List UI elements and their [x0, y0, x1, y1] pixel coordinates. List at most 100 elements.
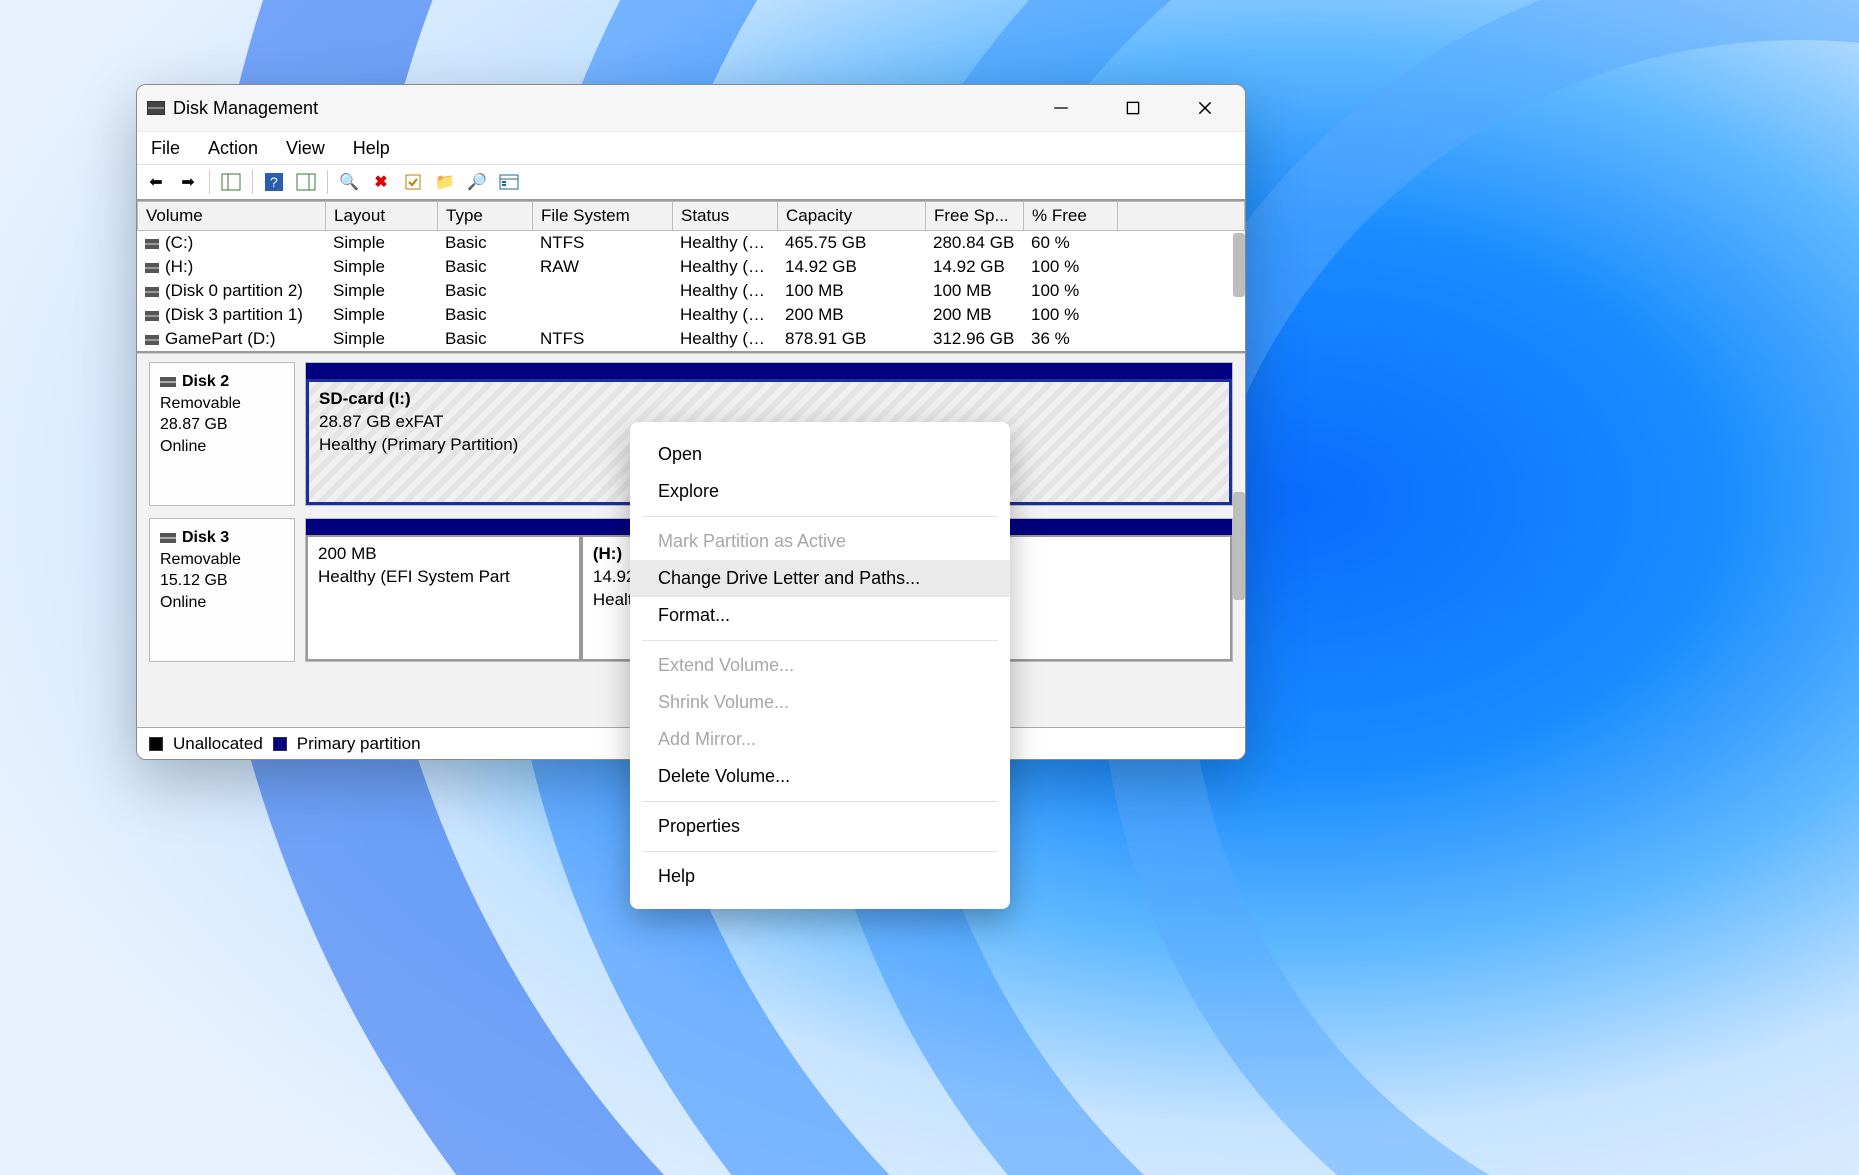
- disk-icon: [160, 533, 176, 543]
- forward-icon[interactable]: ➡: [177, 171, 199, 193]
- col-filesystem[interactable]: File System: [533, 202, 673, 230]
- volume-capacity: 100 MB: [777, 280, 925, 302]
- back-icon[interactable]: ⬅: [145, 171, 167, 193]
- disk-icon: [160, 377, 176, 387]
- volume-name: (Disk 3 partition 1): [165, 305, 303, 324]
- volume-status: Healthy (B...: [672, 328, 777, 350]
- context-menu-item[interactable]: Properties: [630, 808, 1010, 845]
- drive-icon: [145, 239, 159, 249]
- volume-layout: Simple: [325, 280, 437, 302]
- up-arrow-icon[interactable]: 📁: [434, 171, 456, 193]
- menu-help[interactable]: Help: [353, 138, 390, 159]
- context-menu-item[interactable]: Delete Volume...: [630, 758, 1010, 795]
- refresh-icon[interactable]: 🔍: [338, 171, 360, 193]
- context-menu-separator: [642, 801, 998, 802]
- volume-status: Healthy (B...: [672, 232, 777, 254]
- disk-size: 28.87 GB: [160, 414, 284, 436]
- col-freespace[interactable]: Free Sp...: [926, 202, 1024, 230]
- volume-row[interactable]: (Disk 3 partition 1) SimpleBasic Healthy (…: [137, 303, 1245, 327]
- delete-icon[interactable]: ✖: [370, 171, 392, 193]
- volume-layout: Simple: [325, 256, 437, 278]
- volume-free: 280.84 GB: [925, 232, 1023, 254]
- volume-row[interactable]: (H:)SimpleBasicRAWHealthy (B...14.92 GB1…: [137, 255, 1245, 279]
- partition[interactable]: 200 MBHealthy (EFI System Part: [306, 535, 581, 661]
- disk-name: Disk 3: [182, 529, 229, 546]
- titlebar[interactable]: Disk Management: [137, 85, 1245, 131]
- volume-pct: 100 %: [1023, 280, 1117, 302]
- disk-info[interactable]: Disk 2Removable28.87 GBOnline: [149, 362, 295, 506]
- legend-primary-label: Primary partition: [297, 734, 421, 754]
- context-menu-item[interactable]: Explore: [630, 473, 1010, 510]
- volume-type: Basic: [437, 280, 532, 302]
- context-menu-item: Extend Volume...: [630, 647, 1010, 684]
- menu-view[interactable]: View: [286, 138, 325, 159]
- show-hide-action-pane-icon[interactable]: [295, 171, 317, 193]
- col-pctfree[interactable]: % Free: [1024, 202, 1118, 230]
- volume-pct: 36 %: [1023, 328, 1117, 350]
- volume-pct: 60 %: [1023, 232, 1117, 254]
- drive-icon: [145, 335, 159, 345]
- volume-capacity: 878.91 GB: [777, 328, 925, 350]
- context-menu-item: Mark Partition as Active: [630, 523, 1010, 560]
- context-menu-item: Add Mirror...: [630, 721, 1010, 758]
- volume-fs: [532, 280, 672, 302]
- menubar: File Action View Help: [137, 131, 1245, 165]
- volume-row[interactable]: (C:)SimpleBasicNTFSHealthy (B...465.75 G…: [137, 231, 1245, 255]
- disk-size: 15.12 GB: [160, 570, 284, 592]
- col-volume[interactable]: Volume: [138, 202, 326, 230]
- help-icon[interactable]: ?: [263, 171, 285, 193]
- volume-status: Healthy (E...: [672, 304, 777, 326]
- volume-capacity: 200 MB: [777, 304, 925, 326]
- volume-row[interactable]: GamePart (D:)SimpleBasicNTFSHealthy (B..…: [137, 327, 1245, 351]
- partition-status: Healthy (EFI System Part: [318, 566, 569, 589]
- search-icon[interactable]: 🔎: [466, 171, 488, 193]
- volume-layout: Simple: [325, 232, 437, 254]
- drive-icon: [145, 287, 159, 297]
- disk-kind: Removable: [160, 393, 284, 415]
- menu-action[interactable]: Action: [208, 138, 258, 159]
- properties-icon[interactable]: [402, 171, 424, 193]
- menu-file[interactable]: File: [151, 138, 180, 159]
- graphical-scrollbar[interactable]: [1233, 492, 1245, 600]
- context-menu-item[interactable]: Open: [630, 436, 1010, 473]
- disk-state: Online: [160, 592, 284, 614]
- col-status[interactable]: Status: [673, 202, 778, 230]
- col-layout[interactable]: Layout: [326, 202, 438, 230]
- close-button[interactable]: [1183, 92, 1227, 124]
- volume-type: Basic: [437, 232, 532, 254]
- show-hide-console-tree-icon[interactable]: [220, 171, 242, 193]
- context-menu-item[interactable]: Change Drive Letter and Paths...: [630, 560, 1010, 597]
- settings-icon[interactable]: [498, 171, 520, 193]
- context-menu-separator: [642, 851, 998, 852]
- legend-unallocated-label: Unallocated: [173, 734, 263, 754]
- volume-scrollbar[interactable]: [1233, 233, 1245, 297]
- volume-free: 200 MB: [925, 304, 1023, 326]
- volume-capacity: 465.75 GB: [777, 232, 925, 254]
- toolbar: ⬅ ➡ ? 🔍 ✖ 📁 🔎: [137, 165, 1245, 201]
- partition-header-bar: [306, 363, 1232, 379]
- volume-pct: 100 %: [1023, 304, 1117, 326]
- app-icon: [147, 101, 165, 115]
- context-menu: OpenExplore Mark Partition as ActiveChang…: [630, 422, 1010, 909]
- disk-state: Online: [160, 436, 284, 458]
- context-menu-item[interactable]: Help: [630, 858, 1010, 895]
- volume-name: (C:): [165, 233, 193, 252]
- maximize-button[interactable]: [1111, 92, 1155, 124]
- volume-row[interactable]: (Disk 0 partition 2)SimpleBasicHealthy (…: [137, 279, 1245, 303]
- volume-layout: Simple: [325, 328, 437, 350]
- col-capacity[interactable]: Capacity: [778, 202, 926, 230]
- drive-icon: [145, 311, 159, 321]
- volume-layout: Simple: [325, 304, 437, 326]
- volume-free: 312.96 GB: [925, 328, 1023, 350]
- volume-type: Basic: [437, 304, 532, 326]
- minimize-button[interactable]: [1039, 92, 1083, 124]
- col-type[interactable]: Type: [438, 202, 533, 230]
- volume-list-header: Volume Layout Type File System Status Ca…: [137, 201, 1245, 231]
- disk-info[interactable]: Disk 3 Removable15.12 GBOnline: [149, 518, 295, 662]
- volume-fs: RAW: [532, 256, 672, 278]
- legend-primary-swatch: [273, 737, 287, 751]
- context-menu-separator: [642, 516, 998, 517]
- volume-status: Healthy (B...: [672, 256, 777, 278]
- disk-kind: Removable: [160, 549, 284, 571]
- context-menu-item[interactable]: Format...: [630, 597, 1010, 634]
